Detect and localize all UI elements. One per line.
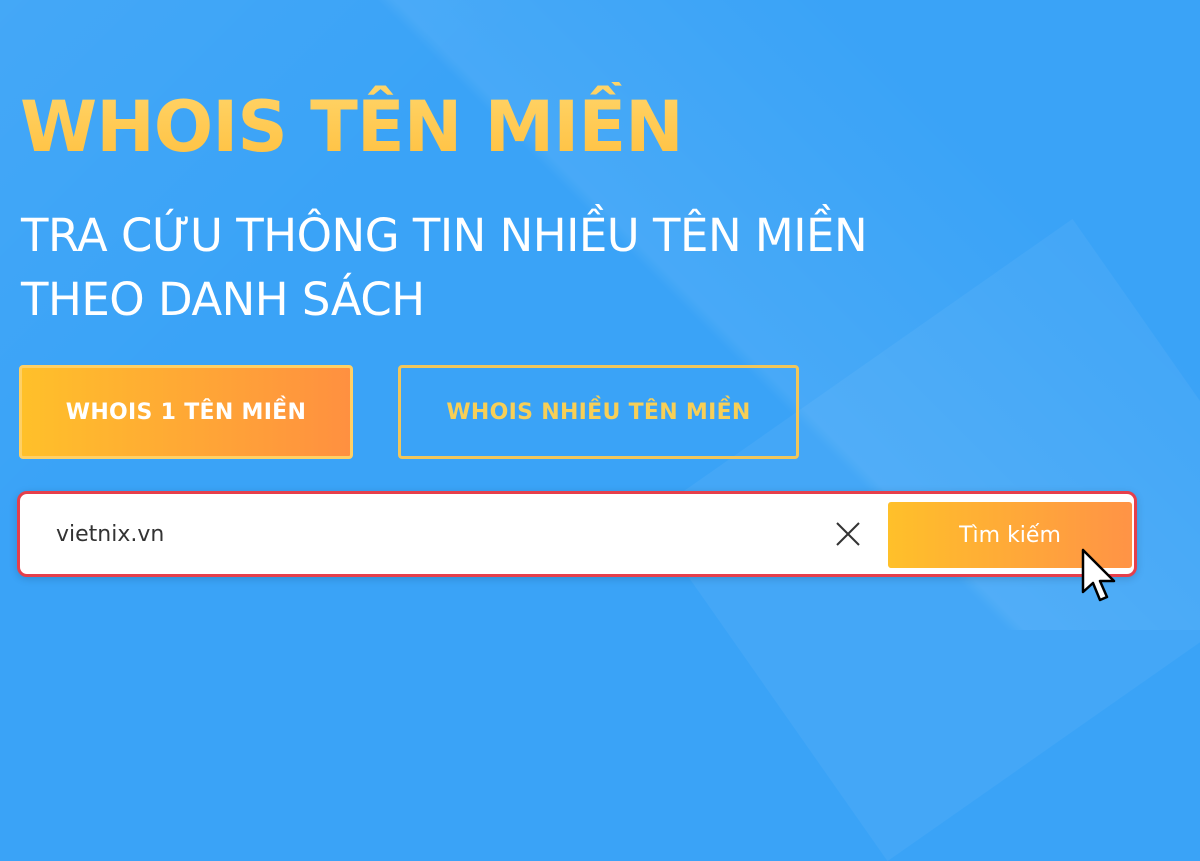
tab-whois-multiple[interactable]: WHOIS NHIỀU TÊN MIỀN: [398, 365, 799, 459]
search-form: Tìm kiếm: [17, 491, 1137, 577]
page-title: WHOIS TÊN MIỀN: [20, 82, 684, 172]
search-button[interactable]: Tìm kiếm: [888, 502, 1132, 568]
close-icon: [836, 522, 860, 546]
subtitle-line-2: THEO DANH SÁCH: [21, 273, 425, 326]
clear-search-button[interactable]: [826, 512, 870, 556]
domain-search-input[interactable]: [40, 508, 816, 560]
tab-whois-single[interactable]: WHOIS 1 TÊN MIỀN: [19, 365, 353, 459]
page-subtitle: TRA CỨU THÔNG TIN NHIỀU TÊN MIỀN THEO DA…: [21, 204, 868, 332]
subtitle-line-1: TRA CỨU THÔNG TIN NHIỀU TÊN MIỀN: [21, 209, 868, 262]
